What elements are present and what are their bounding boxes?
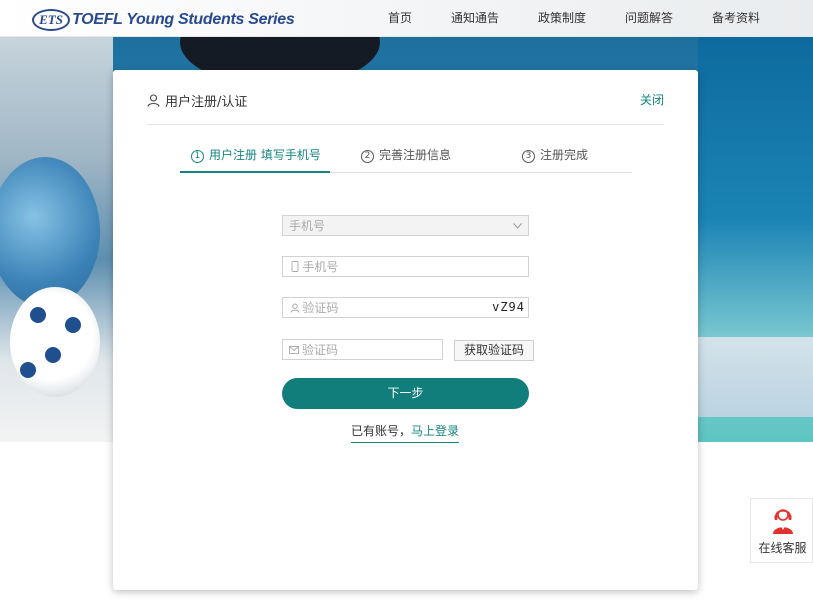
phone-type-select-value: 手机号 (289, 219, 326, 233)
nav-notices[interactable]: 通知通告 (451, 0, 499, 37)
phone-icon (289, 261, 300, 272)
phone-input[interactable] (302, 259, 528, 274)
captcha-field[interactable]: vZ94 (282, 297, 529, 318)
register-modal: 用户注册/认证 关闭 1 用户注册 填写手机号 2 完善注册信息 3 注册完成 手机号 (113, 70, 698, 590)
nav-faq[interactable]: 问题解答 (625, 0, 673, 37)
login-link[interactable]: 马上登录 (411, 424, 459, 438)
modal-title: 用户注册/认证 (147, 90, 247, 110)
captcha-image[interactable]: vZ94 (492, 299, 525, 316)
sms-code-input[interactable] (301, 342, 442, 357)
step-3-number: 3 (522, 150, 535, 163)
step-3-label: 注册完成 (540, 148, 589, 162)
step-3: 3 注册完成 (522, 144, 588, 173)
step-1-label: 用户注册 填写手机号 (209, 148, 321, 162)
step-2-label: 完善注册信息 (379, 148, 452, 162)
login-prompt: 已有账号，马上登录 (351, 422, 460, 443)
nav-materials[interactable]: 备考资料 (712, 0, 760, 37)
mail-icon (289, 345, 300, 354)
step-2: 2 完善注册信息 (361, 144, 451, 173)
next-step-button[interactable]: 下一步 (282, 378, 529, 409)
customer-service-icon (773, 509, 793, 534)
nav-policies[interactable]: 政策制度 (538, 0, 586, 37)
get-code-button[interactable]: 获取验证码 (454, 340, 534, 361)
ets-logo[interactable]: ETS TOEFL Young Students Series (32, 8, 295, 32)
sms-code-field[interactable] (282, 339, 443, 360)
step-2-number: 2 (361, 150, 374, 163)
online-service-label: 在线客服 (758, 541, 807, 555)
nav-home[interactable]: 首页 (388, 0, 412, 37)
have-account-text: 已有账号， (351, 424, 412, 438)
phone-field[interactable] (282, 256, 529, 277)
step-1-number: 1 (191, 150, 204, 163)
divider (147, 124, 664, 125)
user-icon (147, 93, 160, 107)
hero-soccer-ball (10, 287, 100, 397)
online-service-button[interactable]: 在线客服 (750, 498, 813, 563)
step-indicator: 1 用户注册 填写手机号 2 完善注册信息 3 注册完成 (180, 144, 632, 173)
hero-book (698, 337, 813, 417)
chevron-down-icon (513, 222, 522, 229)
step-1: 1 用户注册 填写手机号 (180, 144, 330, 173)
close-button[interactable]: 关闭 (640, 91, 664, 108)
modal-title-text: 用户注册/认证 (165, 94, 248, 110)
logo-badge: ETS (32, 9, 70, 31)
logo-text: TOEFL Young Students Series (72, 11, 295, 28)
top-header: ETS TOEFL Young Students Series 首页 通知通告 … (0, 0, 813, 37)
user-small-icon (289, 303, 300, 313)
phone-type-select[interactable]: 手机号 (282, 215, 529, 236)
